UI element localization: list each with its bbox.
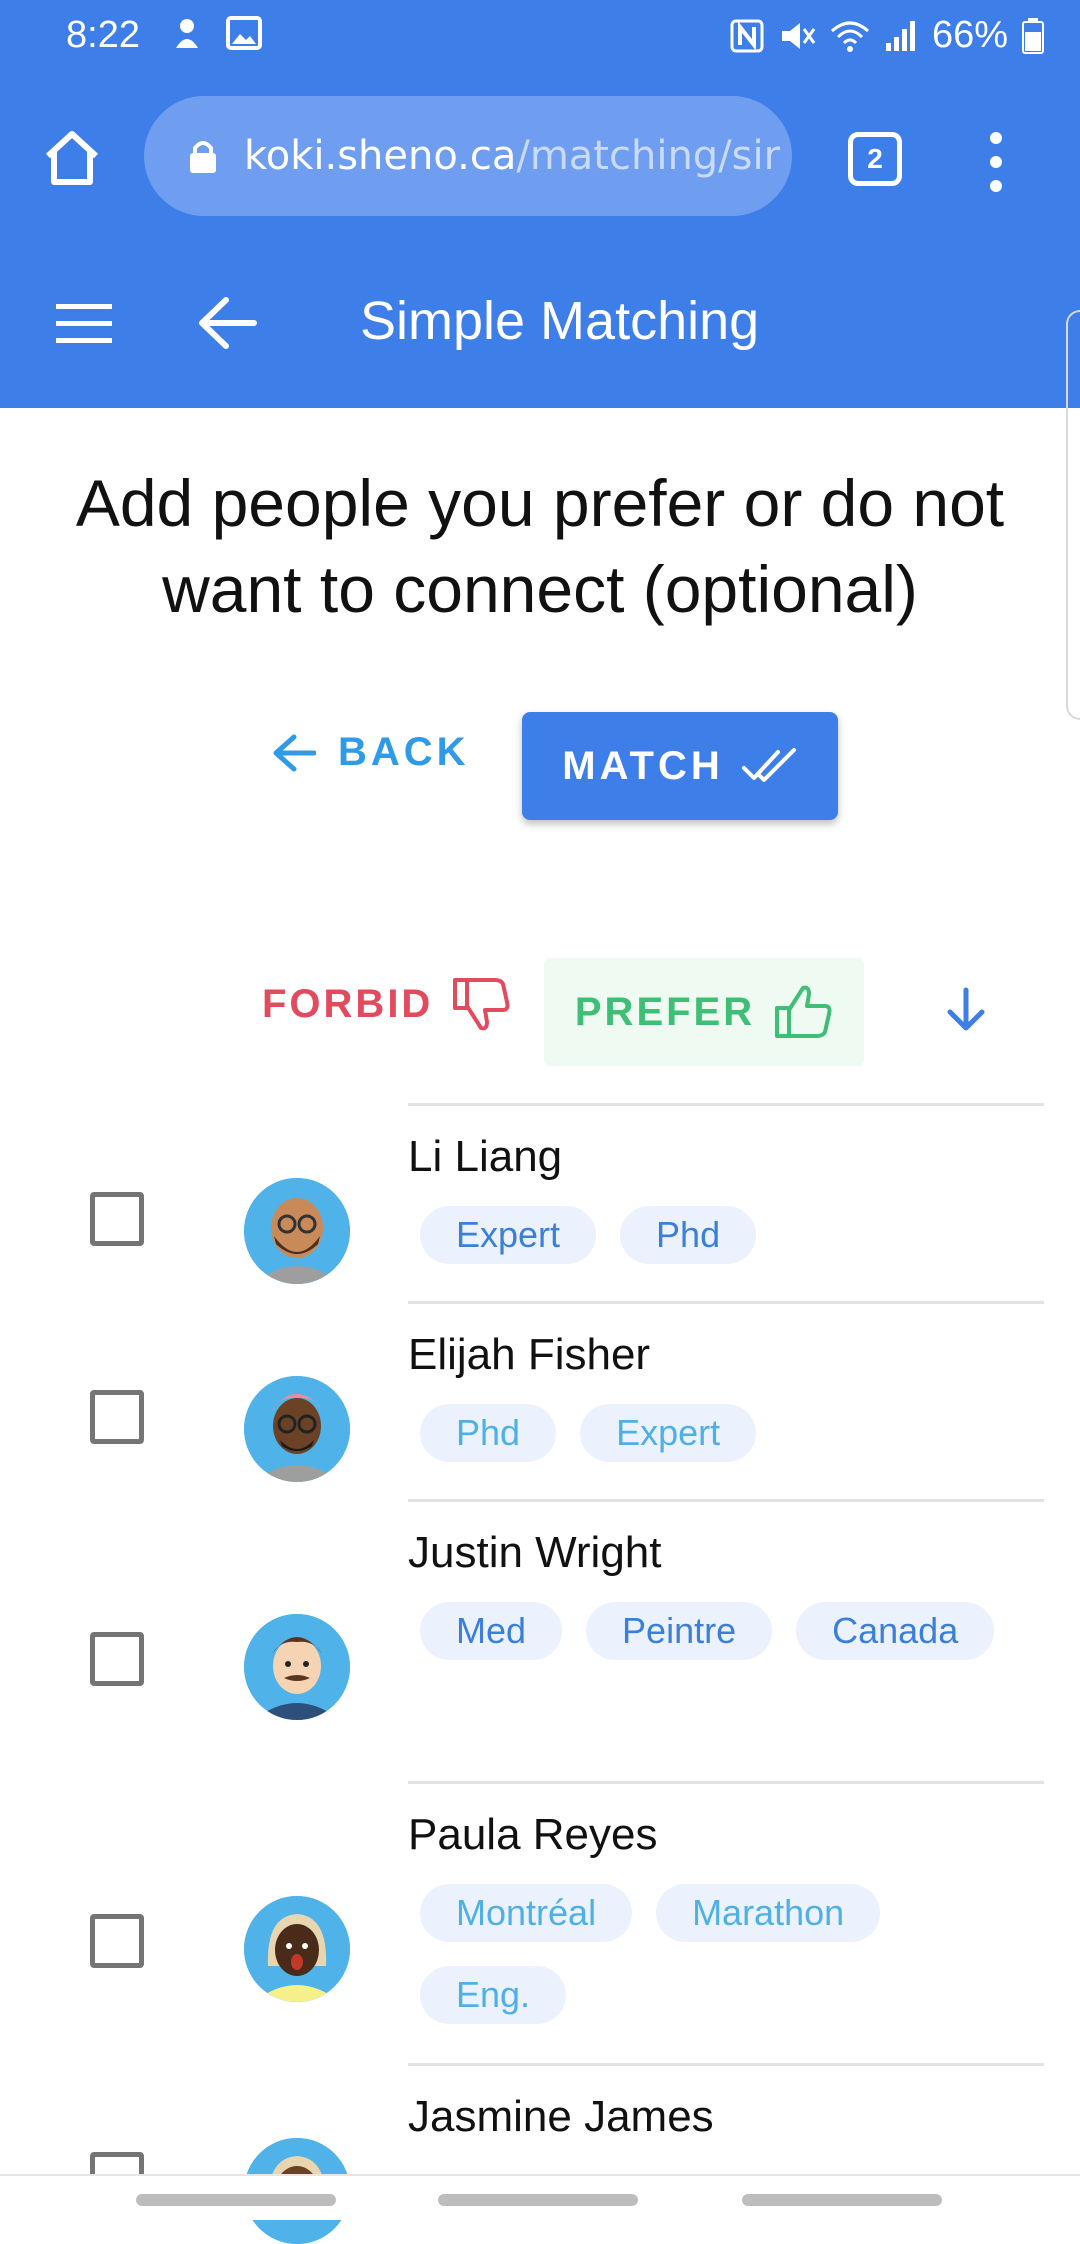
tag-list: Phd Expert <box>420 1404 1040 1462</box>
app-bar: Simple Matching <box>0 242 1080 408</box>
status-bar: 8:22 66% <box>0 0 1080 72</box>
list-item: Li Liang Expert Phd <box>0 1103 1080 1304</box>
tag-chip: Expert <box>580 1404 757 1462</box>
wifi-icon <box>830 21 869 52</box>
forbid-filter-button[interactable]: FORBID <box>262 976 511 1032</box>
tag-chip: Canada <box>796 1602 995 1660</box>
forbid-label: FORBID <box>262 981 434 1026</box>
notification-icon <box>176 19 198 48</box>
tag-chip: Phd <box>420 1404 557 1462</box>
lock-icon <box>190 141 216 173</box>
person-name: Elijah Fisher <box>408 1330 651 1379</box>
match-button-label: MATCH <box>562 743 724 788</box>
thumbs-down-icon <box>453 978 510 1031</box>
avatar <box>244 1376 350 1482</box>
back-arrow-icon[interactable] <box>196 294 258 352</box>
url-path: /matching/sir <box>516 133 781 179</box>
edge-panel-handle[interactable] <box>1066 310 1080 720</box>
url-bar[interactable]: koki.sheno.ca/matching/sir <box>144 96 792 216</box>
sort-down-arrow-icon[interactable] <box>944 986 988 1034</box>
battery-percent: 66% <box>931 14 1008 56</box>
avatar <box>244 1614 350 1720</box>
thumbs-up-icon <box>775 985 832 1038</box>
tag-chip: Eng. <box>420 1966 567 2024</box>
url-host: koki.sheno.ca <box>244 133 517 179</box>
page-title: Simple Matching <box>360 291 760 351</box>
status-right-group: 66% <box>730 14 1044 57</box>
row-divider <box>408 1781 1044 1784</box>
tag-chip: Marathon <box>656 1884 881 1942</box>
list-item: Paula Reyes Montréal Marathon Eng. <box>0 1781 1080 2066</box>
image-icon <box>226 16 262 50</box>
avatar <box>244 1178 350 1284</box>
signal-icon <box>885 20 915 51</box>
person-name: Jasmine James <box>408 2092 714 2141</box>
tag-chip: Med <box>420 1602 563 1660</box>
select-checkbox[interactable] <box>90 1192 144 1246</box>
row-divider <box>408 2063 1044 2066</box>
list-item: Elijah Fisher Phd Expert <box>0 1301 1080 1502</box>
row-divider <box>408 1103 1044 1106</box>
back-button-label: BACK <box>338 730 470 774</box>
tag-list: Med Peintre Canada <box>420 1602 1040 1660</box>
browser-toolbar: koki.sheno.ca/matching/sir 2 <box>0 72 1080 242</box>
recents-nav-button[interactable] <box>136 2194 336 2206</box>
status-time: 8:22 <box>66 14 140 56</box>
select-checkbox[interactable] <box>90 1632 144 1686</box>
list-item: Jasmine James <box>0 2063 1080 2244</box>
match-button[interactable]: MATCH <box>522 712 838 820</box>
select-checkbox[interactable] <box>90 1914 144 1968</box>
tag-list: Montréal Marathon Eng. <box>420 1884 1040 2024</box>
home-nav-button[interactable] <box>438 2194 638 2206</box>
tag-list: Expert Phd <box>420 1206 1040 1264</box>
tag-chip: Montréal <box>420 1884 633 1942</box>
menu-icon[interactable] <box>56 302 112 346</box>
nfc-icon <box>730 19 764 52</box>
tag-chip: Expert <box>420 1206 597 1264</box>
battery-icon <box>1022 17 1044 54</box>
row-divider <box>408 1499 1044 1502</box>
avatar <box>244 1896 350 2002</box>
back-button[interactable]: BACK <box>272 730 470 775</box>
mute-icon <box>781 22 816 49</box>
tab-switcher-button[interactable]: 2 <box>848 132 902 186</box>
prefer-filter-button[interactable]: PREFER <box>544 958 864 1066</box>
tag-chip: Phd <box>620 1206 757 1264</box>
status-notification-icons <box>170 16 262 50</box>
person-name: Justin Wright <box>408 1528 662 1577</box>
arrow-left-icon <box>273 734 316 771</box>
system-navigation-bar <box>0 2174 1080 2220</box>
people-list: Li Liang Expert Phd Elijah Fisher Phd Ex… <box>0 1103 1080 2244</box>
home-icon[interactable] <box>42 128 102 188</box>
tag-chip: Peintre <box>586 1602 773 1660</box>
person-name: Li Liang <box>408 1132 563 1181</box>
person-name: Paula Reyes <box>408 1810 658 1859</box>
more-options-icon[interactable] <box>984 130 1008 194</box>
select-checkbox[interactable] <box>90 1390 144 1444</box>
prefer-label: PREFER <box>574 989 756 1034</box>
url-text: koki.sheno.ca/matching/sir <box>244 133 780 179</box>
double-check-icon <box>741 748 796 782</box>
list-item: Justin Wright Med Peintre Canada <box>0 1499 1080 1784</box>
row-divider <box>408 1301 1044 1304</box>
page-heading: Add people you prefer or do not want to … <box>75 466 1005 626</box>
back-nav-button[interactable] <box>742 2194 942 2206</box>
